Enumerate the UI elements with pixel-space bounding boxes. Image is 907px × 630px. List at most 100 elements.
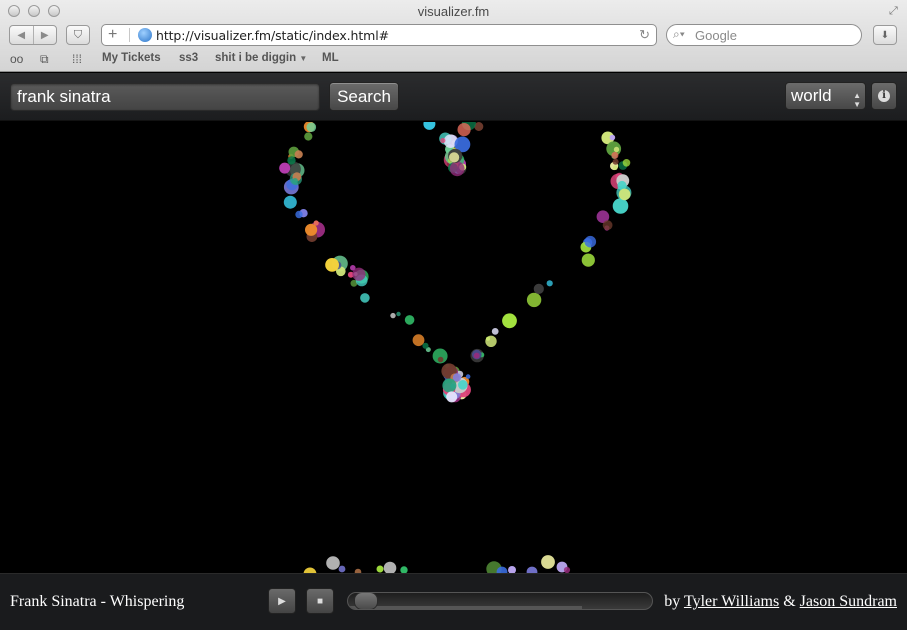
add-bookmark-icon[interactable]: + — [108, 26, 117, 44]
scope-select[interactable]: world ▲ ▼ — [785, 82, 866, 110]
back-arrow-icon: ◀ — [17, 29, 26, 41]
bookmarks-bar: oo ⧉ ⁞⁞⁞ My Tickets ss3 shit i be diggin… — [0, 50, 907, 68]
play-icon: ▶ — [278, 595, 286, 607]
bubble — [283, 195, 297, 209]
bubble — [423, 122, 436, 130]
bubble — [326, 556, 340, 570]
bubble — [508, 566, 516, 573]
title-bar: visualizer.fm ⤢ — [0, 0, 907, 22]
info-icon: i — [878, 90, 890, 102]
bubble — [383, 561, 397, 573]
bubble — [465, 374, 471, 379]
bubble — [533, 283, 544, 294]
bubble — [622, 159, 631, 167]
bubble — [325, 258, 339, 272]
author-link[interactable]: Jason Sundram — [800, 593, 897, 610]
bubble — [546, 280, 553, 287]
bubble — [440, 137, 446, 144]
bubble — [396, 311, 401, 317]
forward-button[interactable]: ▶ — [32, 26, 57, 44]
browser-search-field[interactable]: ⌕▾ Google — [666, 24, 862, 46]
credits: by Tyler Williams & Jason Sundram — [664, 593, 897, 611]
bubble — [473, 352, 480, 359]
bookmark-item[interactable]: ss3 — [179, 52, 198, 64]
bubble — [338, 565, 346, 573]
bubble — [581, 253, 595, 267]
progress-handle[interactable] — [354, 593, 379, 609]
author-link[interactable]: Tyler Williams — [684, 593, 779, 610]
bubble — [612, 198, 629, 214]
search-button[interactable]: Search — [329, 82, 399, 111]
fullscreen-icon[interactable]: ⤢ — [889, 5, 901, 17]
globe-icon — [138, 28, 152, 42]
topsites-button[interactable]: ⛉ — [66, 25, 90, 45]
address-bar[interactable]: + http://visualizer.fm/static/index.html… — [101, 24, 657, 46]
forward-arrow-icon: ▶ — [40, 29, 49, 41]
download-icon: ⬇ — [880, 29, 890, 41]
stop-icon: ■ — [316, 595, 324, 607]
bookmark-item[interactable]: ML — [322, 52, 339, 64]
address-divider — [129, 28, 130, 42]
bubble — [457, 123, 471, 137]
bubble — [613, 146, 620, 153]
bubble — [612, 158, 619, 165]
back-forward-group: ◀ ▶ — [9, 25, 57, 45]
bubble — [449, 161, 465, 177]
progress-loaded — [348, 606, 583, 609]
reload-icon[interactable]: ↻ — [639, 27, 650, 43]
window-title: visualizer.fm — [417, 4, 490, 19]
bubble — [613, 165, 618, 170]
bubble — [458, 380, 468, 390]
bubble — [609, 134, 616, 141]
search-icon: ⌕▾ — [673, 27, 685, 41]
bubble-visualization — [279, 122, 632, 573]
bubble — [541, 555, 555, 569]
chevron-down-icon: ▼ — [299, 54, 308, 63]
bubble — [437, 356, 444, 363]
visualization-stage[interactable] — [0, 122, 907, 573]
app-toolbar: Search world ▲▼ i — [0, 73, 907, 121]
search-placeholder: Google — [695, 28, 737, 43]
bubble — [352, 267, 366, 281]
reading-list-icon[interactable]: oo — [10, 52, 23, 66]
bubble — [400, 566, 408, 573]
scope-value: world — [791, 86, 832, 105]
browser-chrome: visualizer.fm ⤢ ◀ ▶ ⛉ + http://visualize… — [0, 0, 907, 72]
play-button[interactable]: ▶ — [268, 588, 296, 614]
bubble — [584, 235, 597, 248]
bubble — [294, 150, 303, 159]
stop-button[interactable]: ■ — [306, 588, 334, 614]
bookmark-folder[interactable]: shit i be diggin ▼ — [215, 52, 307, 64]
now-playing-title: Frank Sinatra - Whispering — [10, 593, 185, 610]
bubble — [292, 178, 298, 184]
bubble — [502, 313, 517, 329]
progress-bar[interactable] — [347, 592, 653, 610]
artist-search-input[interactable] — [10, 83, 320, 111]
bubble — [390, 312, 396, 319]
bubble — [602, 220, 613, 231]
downloads-button[interactable]: ⬇ — [873, 25, 897, 45]
bubble — [412, 334, 425, 347]
bookmark-folder-label: shit i be diggin — [215, 52, 297, 64]
bubble — [360, 293, 370, 303]
credits-joiner: & — [783, 593, 796, 610]
bubble — [618, 188, 631, 201]
bubble — [287, 156, 296, 165]
credits-prefix: by — [664, 593, 681, 610]
bubble — [485, 335, 497, 347]
info-button[interactable]: i — [871, 82, 897, 110]
bubble — [422, 342, 429, 349]
bubble — [449, 152, 460, 163]
bubble — [404, 315, 415, 325]
bubble — [279, 162, 291, 174]
bubble — [305, 223, 318, 236]
bubble — [491, 328, 499, 335]
shield-icon: ⛉ — [73, 28, 83, 41]
bubble — [306, 122, 317, 132]
bookmarks-book-icon[interactable]: ⧉ — [40, 52, 49, 67]
top-sites-grid-icon[interactable]: ⁞⁞⁞ — [72, 52, 82, 66]
bubble — [611, 151, 619, 159]
bookmark-item[interactable]: My Tickets — [102, 52, 161, 64]
url-text[interactable]: http://visualizer.fm/static/index.html# — [156, 28, 389, 43]
back-button[interactable]: ◀ — [10, 26, 33, 44]
